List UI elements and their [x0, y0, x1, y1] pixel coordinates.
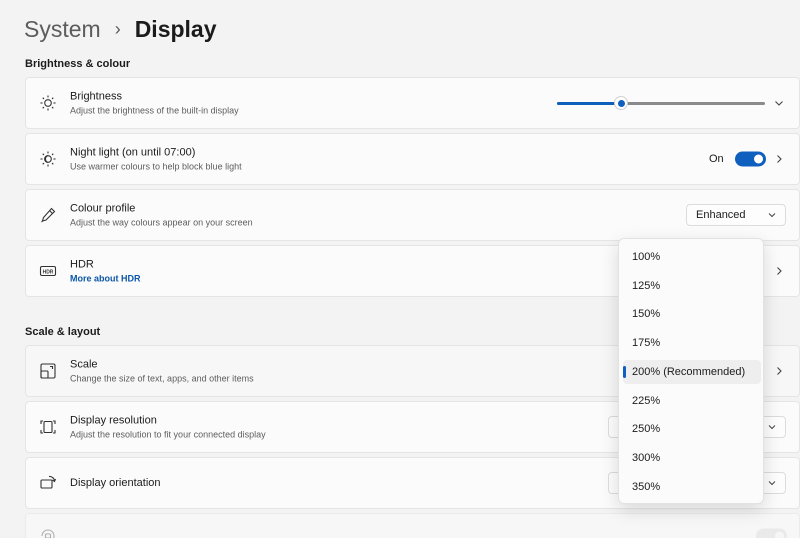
scale-option[interactable]: 100% [623, 245, 761, 269]
section-title-scale: Scale & layout [25, 326, 101, 338]
sun-icon [39, 94, 57, 112]
brightness-slider-thumb[interactable] [614, 96, 629, 110]
colour-profile-subtitle: Adjust the way colours appear on your sc… [70, 217, 253, 228]
scale-icon [39, 362, 57, 380]
hdr-title: HDR [70, 258, 94, 271]
scale-option[interactable]: 175% [623, 331, 761, 355]
pen-icon [39, 206, 57, 224]
display-orientation-title: Display orientation [70, 477, 161, 489]
brightness-slider-fill [557, 102, 622, 105]
brightness-subtitle: Adjust the brightness of the built-in di… [70, 105, 239, 116]
scale-option[interactable]: 125% [623, 274, 761, 298]
scale-subtitle: Change the size of text, apps, and other… [70, 373, 254, 384]
breadcrumb-system[interactable]: System [24, 16, 101, 43]
display-resolution-title: Display resolution [70, 414, 157, 427]
chevron-right-icon[interactable] [773, 153, 785, 165]
breadcrumb: System › Display [24, 14, 217, 44]
hdr-icon: HDR [39, 262, 57, 280]
svg-text:HDR: HDR [43, 269, 54, 275]
colour-profile-title: Colour profile [70, 202, 136, 215]
chevron-right-icon[interactable] [773, 365, 785, 377]
chevron-down-icon [767, 422, 777, 432]
brightness-card[interactable]: Brightness Adjust the brightness of the … [25, 77, 800, 129]
chevron-down-icon [767, 478, 777, 488]
scale-option[interactable]: 250% [623, 417, 761, 441]
night-light-toggle[interactable] [735, 151, 766, 167]
night-light-subtitle: Use warmer colours to help block blue li… [70, 161, 242, 172]
scale-dropdown: 100% 125% 150% 175% 200% (Recommended) 225% 25… [618, 238, 764, 504]
night-light-card[interactable]: Night light (on until 07:00) Use warmer … [25, 133, 800, 185]
hdr-more-link[interactable]: More about HDR [70, 273, 141, 285]
scale-option[interactable]: 225% [623, 389, 761, 413]
scale-option[interactable]: 150% [623, 302, 761, 326]
colour-profile-card: Colour profile Adjust the way colours ap… [25, 189, 800, 241]
colour-profile-select[interactable]: Enhanced [686, 204, 786, 226]
orientation-icon [39, 474, 57, 492]
rotation-lock-toggle[interactable] [756, 528, 787, 538]
resolution-icon [39, 418, 57, 436]
night-light-title: Night light (on until 07:00) [70, 146, 196, 159]
scale-option[interactable]: 200% (Recommended) [623, 359, 761, 384]
chevron-down-icon[interactable] [773, 97, 785, 109]
chevron-right-icon[interactable] [773, 265, 785, 277]
rotation-lock-icon [39, 527, 57, 538]
page-title: Display [134, 15, 217, 42]
night-light-state-label: On [709, 153, 724, 165]
colour-profile-value: Enhanced [696, 209, 746, 221]
scale-option[interactable]: 300% [623, 446, 761, 470]
section-title-brightness: Brightness & colour [25, 58, 131, 70]
scale-option[interactable]: 350% [623, 475, 761, 499]
brightness-title: Brightness [70, 90, 122, 103]
breadcrumb-separator: › [114, 18, 121, 39]
night-light-icon [39, 150, 57, 168]
display-resolution-subtitle: Adjust the resolution to fit your connec… [70, 429, 266, 440]
brightness-slider[interactable] [557, 96, 765, 110]
chevron-down-icon [767, 210, 777, 220]
scale-title: Scale [70, 358, 98, 371]
rotation-lock-card [25, 513, 800, 538]
